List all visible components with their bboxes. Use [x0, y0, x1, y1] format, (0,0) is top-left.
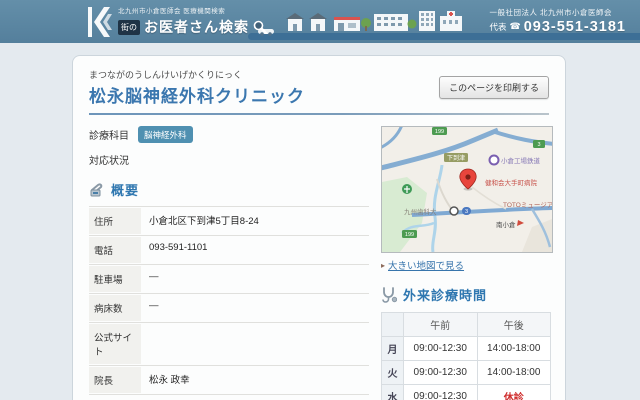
row-value: ― [149, 300, 159, 311]
site-logo[interactable]: 北九州市小倉医師会 医療機関検索 街の お医者さん検索 [88, 5, 267, 37]
table-row: 住所 小倉北区下到津5丁目8-24 [89, 207, 369, 236]
status-row: 対応状況 [89, 152, 369, 167]
hours-row: 月 09:00-12:30 14:00-18:00 [381, 336, 551, 361]
row-value: 小倉北区下到津5丁目8-24 [149, 216, 259, 227]
department-row: 診療科目 脳神経外科 [89, 126, 369, 143]
hours-heading: 外来診療時間 [381, 285, 551, 304]
hours-title: 外来診療時間 [403, 288, 488, 303]
logo-prefix-badge: 街の [118, 19, 140, 35]
row-value: ― [149, 271, 159, 282]
magnifier-icon [253, 20, 267, 34]
phone-icon: ☎ [509, 22, 521, 32]
right-column: 199 3 199 下到津 小倉工場鉄道 健和会大手町病院 3 九州歯科大 TO… [376, 124, 555, 400]
rep-label: 代表 [489, 22, 507, 32]
hours-row: 水 09:00-12:30 休診 [381, 384, 551, 400]
stethoscope-icon [382, 286, 397, 303]
overview-heading: 概要 [89, 180, 369, 199]
site-header: 北九州市小倉医師会 医療機関検索 街の お医者さん検索 一般社団法人 北九州市小… [0, 0, 640, 43]
hours-day: 火 [381, 360, 404, 385]
print-button[interactable]: このページを印刷する [439, 76, 549, 99]
map-station-line-label: 小倉工場鉄道 [501, 156, 541, 165]
hours-table: 午前 午後 月 09:00-12:30 14:00-18:00 火 09:00-12:3… [381, 312, 551, 400]
department-label: 診療科目 [89, 131, 129, 142]
hours-am: 09:00-12:30 [403, 336, 478, 361]
map-hospital-label: 健和会大手町病院 [485, 178, 538, 187]
route-badge-right: 3 [537, 142, 540, 148]
department-badge: 脳神経外科 [138, 126, 193, 143]
title-block: まつながのうしんけいげかくりにっく 松永脳神経外科クリニック このページを印刷す… [89, 68, 549, 115]
map-intersection-badge: 3 [465, 209, 468, 215]
map-university-label: 九州歯科大 [404, 207, 437, 216]
table-row: 駐車場 ― [89, 265, 369, 294]
page: { "header": { "tagline": "北九州市小倉医師会 医療機関… [0, 0, 640, 400]
hours-day: 月 [381, 336, 404, 361]
map-link[interactable]: ▸ 大きい地図で見る [381, 258, 551, 273]
map-link-label: 大きい地図で見る [388, 261, 465, 272]
map-museum-label: TOTOミュージア [503, 201, 552, 209]
table-row: 電話 093-591-1101 [89, 236, 369, 265]
hours-pm: 14:00-18:00 [476, 360, 551, 385]
logo-k-icon [88, 7, 112, 37]
org-name: 一般社団法人 北九州市小倉医師会 [489, 8, 613, 17]
clip-icon [90, 182, 103, 196]
hours-corner-cell [381, 312, 404, 337]
left-column: 診療科目 脳神経外科 対応状況 概要 住所 小倉北区下到津5丁目8-24 電話 093… [89, 126, 369, 400]
row-label: 住所 [89, 208, 141, 234]
hours-pm: 休診 [476, 384, 551, 400]
row-label: 院長 [89, 367, 141, 393]
phone-number: 093-551-3181 [523, 19, 626, 35]
header-contact: 一般社団法人 北九州市小倉医師会 代表 ☎ 093-551-3181 [489, 7, 626, 35]
route-badge-left: 199 [405, 232, 414, 238]
hours-pm: 14:00-18:00 [476, 336, 551, 361]
table-row: 院長 松永 政幸 [89, 366, 369, 395]
row-label: 病床数 [89, 295, 141, 321]
content-panel: まつながのうしんけいげかくりにっく 松永脳神経外科クリニック このページを印刷す… [72, 55, 566, 400]
logo-title: お医者さん検索 [144, 19, 249, 35]
hours-day: 水 [381, 384, 404, 400]
map[interactable]: 199 3 199 下到津 小倉工場鉄道 健和会大手町病院 3 九州歯科大 TO… [376, 124, 555, 253]
map-station-south-label: 南小倉 [496, 220, 516, 229]
row-value [141, 323, 157, 365]
title-underline [89, 113, 549, 115]
hours-row: 火 09:00-12:30 14:00-18:00 [381, 360, 551, 385]
hours-am: 09:00-12:30 [403, 384, 478, 400]
overview-title: 概要 [111, 183, 140, 198]
row-label: 電話 [89, 237, 141, 263]
row-value: 093-591-1101 [149, 242, 208, 253]
row-label: 駐車場 [89, 266, 141, 292]
link-arrow-icon: ▸ [381, 260, 386, 270]
hours-col-pm: 午後 [476, 312, 551, 337]
logo-tagline: 北九州市小倉医師会 医療機関検索 [118, 8, 226, 15]
table-row: 病床数 ― [89, 294, 369, 323]
route-badge-top: 199 [435, 129, 444, 135]
map-road-name: 下到津 [447, 155, 465, 162]
hours-am: 09:00-12:30 [403, 360, 478, 385]
row-value: 松永 政幸 [149, 375, 190, 386]
table-row: 公式サイト [89, 323, 369, 366]
overview-table: 住所 小倉北区下到津5丁目8-24 電話 093-591-1101 駐車場 ― 病床数 ― 公式… [89, 206, 369, 395]
cityscape-illustration [258, 11, 462, 36]
hours-col-am: 午前 [403, 312, 478, 337]
status-label: 対応状況 [89, 156, 129, 167]
row-label: 公式サイト [89, 324, 141, 364]
